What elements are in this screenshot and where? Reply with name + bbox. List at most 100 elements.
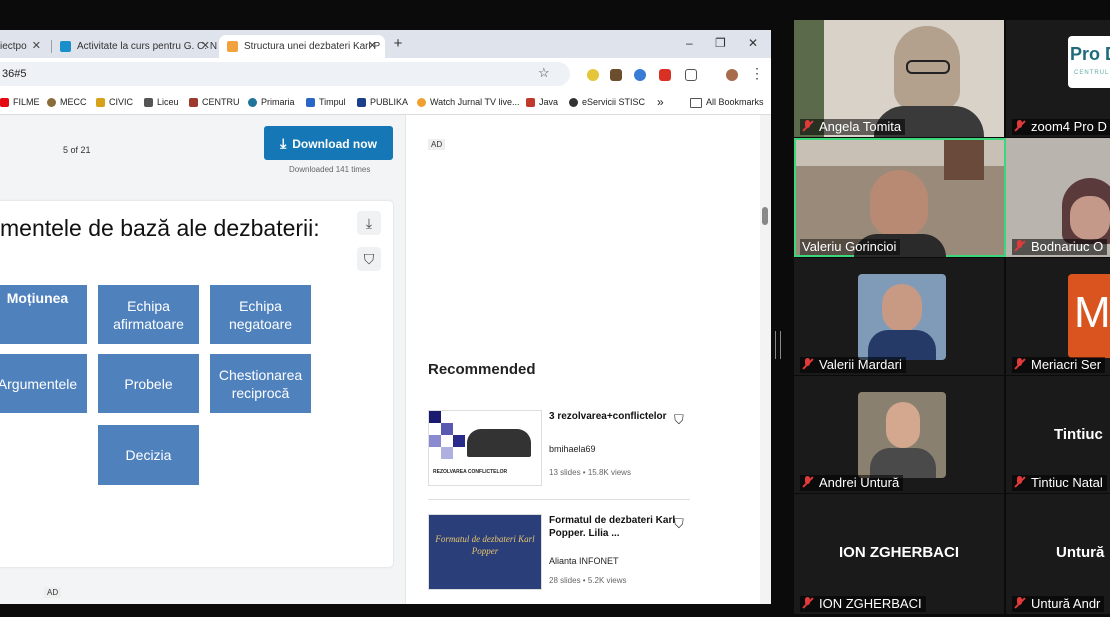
video-gallery: Angela Tomita Pro D CENTRUL zoom4 Pro D … <box>792 20 1110 617</box>
logo-subtext: CENTRUL <box>1074 70 1110 76</box>
slide-download-icon[interactable]: ⤓ <box>357 211 381 235</box>
publika-icon <box>357 98 366 108</box>
splitter-handle[interactable] <box>775 331 781 359</box>
recommended-title-1[interactable]: 3 rezolvarea+conflictelor <box>549 410 677 423</box>
participant-tile-zoom4[interactable]: Pro D CENTRUL zoom4 Pro D <box>1006 20 1110 137</box>
bookmarks-more-icon[interactable]: » <box>657 90 664 114</box>
recommended-title-2[interactable]: Formatul de dezbateri Karl Popper. Lilia… <box>549 514 677 540</box>
download-now-button[interactable]: ⤓ Download now <box>264 126 393 160</box>
maximize-icon[interactable]: ❐ <box>715 36 726 50</box>
slide-box-decizia: Decizia <box>98 425 199 485</box>
menu-kebab-icon[interactable]: ⋮ <box>750 65 764 82</box>
participant-name: Valerii Mardari <box>800 357 906 373</box>
recommended-bookmark-icon-1[interactable]: ⛉ <box>674 412 684 428</box>
bookmark-mecc[interactable]: MECC <box>47 90 87 114</box>
bookmark-primaria[interactable]: Primaria <box>248 90 295 114</box>
slide-bookmark-icon[interactable]: ⛉ <box>357 247 381 271</box>
muted-mic-icon <box>1014 240 1026 252</box>
close-window-icon[interactable]: ✕ <box>748 36 758 50</box>
recommended-item-2[interactable]: Formatul de dezbateri Karl Popper Format… <box>428 514 690 594</box>
bookmark-eservicii[interactable]: eServicii STISC <box>569 90 645 114</box>
tab-1-close-icon[interactable]: ✕ <box>32 35 41 58</box>
participant-tile-bodnariuc[interactable]: Bodnariuc O <box>1006 138 1110 257</box>
tab-3-label: Structura unei dezbateri Karl P <box>244 41 381 52</box>
tab-2[interactable]: Activitate la curs pentru G. C. N ✕ <box>52 35 218 58</box>
scrollbar-thumb[interactable] <box>762 207 768 225</box>
all-bookmarks[interactable]: All Bookmarks <box>690 90 764 114</box>
bookmark-star-icon[interactable]: ☆ <box>538 65 550 81</box>
muted-mic-icon <box>1014 476 1026 488</box>
recommended-thumb-1: REZOLVAREA CONFLICTELOR <box>428 410 542 486</box>
page-content: 5 of 21 ⤓ Download now Downloaded 141 tim… <box>0 115 771 604</box>
bookmark-label: CIVIC <box>109 97 134 107</box>
logo-text: Pro D <box>1070 44 1110 64</box>
bookmark-java[interactable]: Java <box>526 90 558 114</box>
bookmark-label: PUBLIKA <box>370 97 409 107</box>
bookmark-label: FILME <box>13 97 40 107</box>
thumb-1-text: REZOLVAREA CONFLICTELOR <box>433 469 508 475</box>
timpul-icon <box>306 98 315 108</box>
tab-3-active[interactable]: Structura unei dezbateri Karl P ✕ <box>219 35 385 58</box>
participant-tile-ion-zgherbaci[interactable]: ION ZGHERBACI ION ZGHERBACI <box>794 494 1004 614</box>
slide-box-echipa-afirmatoare: Echipa afirmatoare <box>98 285 199 344</box>
bookmark-label: Timpul <box>319 97 346 107</box>
extension-icon-2[interactable] <box>610 69 622 81</box>
new-tab-button[interactable]: + <box>390 35 406 53</box>
bookmarks-bar: FILME MECC CIVIC Liceu CENTRU Primaria T… <box>0 90 771 115</box>
participant-tile-meriacri[interactable]: M Meriacri Ser <box>1006 258 1110 375</box>
slide-box-argumentele: Argumentele <box>0 354 87 413</box>
recommended-author-2[interactable]: Alianta INFONET <box>549 556 619 566</box>
participant-tile-andrei-untura[interactable]: Andrei Untură <box>794 376 1004 493</box>
tab-2-close-icon[interactable]: ✕ <box>201 35 210 58</box>
slide-box-motiunea: Moțiunea <box>0 285 87 344</box>
bookmark-jurnal-tv[interactable]: Watch Jurnal TV live... <box>417 90 520 114</box>
recommended-thumb-2: Formatul de dezbateri Karl Popper <box>428 514 542 590</box>
slide: mentele de bază ale dezbaterii: ⤓ ⛉ Moți… <box>0 201 393 567</box>
recommended-heading: Recommended <box>428 361 536 378</box>
participant-tile-valerii-mardari[interactable]: Valerii Mardari <box>794 258 1004 375</box>
bookmark-centru[interactable]: CENTRU <box>189 90 240 114</box>
tab-1[interactable]: iectpo ✕ <box>0 35 49 58</box>
wordpress-icon <box>248 98 257 108</box>
participant-display-name: Tintiuc <box>1054 426 1103 443</box>
bookmark-label: Java <box>539 97 559 107</box>
address-toolbar: 36#5 ☆ ⋮ <box>0 58 771 90</box>
participant-name: Tintiuc Natal <box>1012 475 1107 491</box>
download-icon: ⤓ <box>280 135 287 151</box>
extensions-puzzle-icon[interactable] <box>685 69 697 81</box>
address-bar[interactable]: 36#5 ☆ <box>0 62 570 86</box>
bookmark-civic[interactable]: CIVIC <box>96 90 133 114</box>
recommended-bookmark-icon-2[interactable]: ⛉ <box>674 516 684 532</box>
bookmark-liceu[interactable]: Liceu <box>144 90 179 114</box>
extension-icon-3[interactable] <box>634 69 646 81</box>
bookmark-filme[interactable]: FILME <box>0 90 40 114</box>
extension-icon-1[interactable] <box>587 69 599 81</box>
slide-viewer: 5 of 21 ⤓ Download now Downloaded 141 tim… <box>0 115 405 604</box>
participant-tile-angela-tomita[interactable]: Angela Tomita <box>794 20 1004 137</box>
minimize-icon[interactable]: – <box>686 36 693 50</box>
participant-tile-tintiuc[interactable]: Tintiuc Tintiuc Natal <box>1006 376 1110 493</box>
ad-label: AD <box>44 587 62 598</box>
bookmark-label: eServicii STISC <box>582 97 646 107</box>
java-icon <box>526 98 535 108</box>
slide-box-probele: Probele <box>98 354 199 413</box>
recommended-item-1[interactable]: REZOLVAREA CONFLICTELOR 3 rezolvarea+con… <box>428 410 690 490</box>
bookmark-timpul[interactable]: Timpul <box>306 90 346 114</box>
bookmark-publika[interactable]: PUBLIKA <box>357 90 408 114</box>
civic-icon <box>96 98 105 108</box>
participant-name: Untură Andr <box>1012 596 1105 612</box>
participant-name: Valeriu Gorincioi <box>800 239 901 255</box>
participant-name: zoom4 Pro D <box>1012 119 1110 135</box>
recommended-author-1[interactable]: bmihaela69 <box>549 444 596 454</box>
muted-mic-icon <box>1014 597 1026 609</box>
participant-tile-untura-andr[interactable]: Untură Untură Andr <box>1006 494 1110 614</box>
ad-label: AD <box>428 139 446 150</box>
extension-icon-4[interactable] <box>659 69 671 81</box>
avatar-initial: M <box>1074 288 1110 337</box>
download-count: Downloaded 141 times <box>289 165 371 174</box>
profile-avatar-icon[interactable] <box>726 69 738 81</box>
scrollbar[interactable] <box>760 115 771 604</box>
participant-photo <box>858 274 946 360</box>
participant-tile-valeriu-gorincioi[interactable]: Valeriu Gorincioi <box>794 138 1006 257</box>
tab-3-close-icon[interactable]: ✕ <box>368 35 377 58</box>
